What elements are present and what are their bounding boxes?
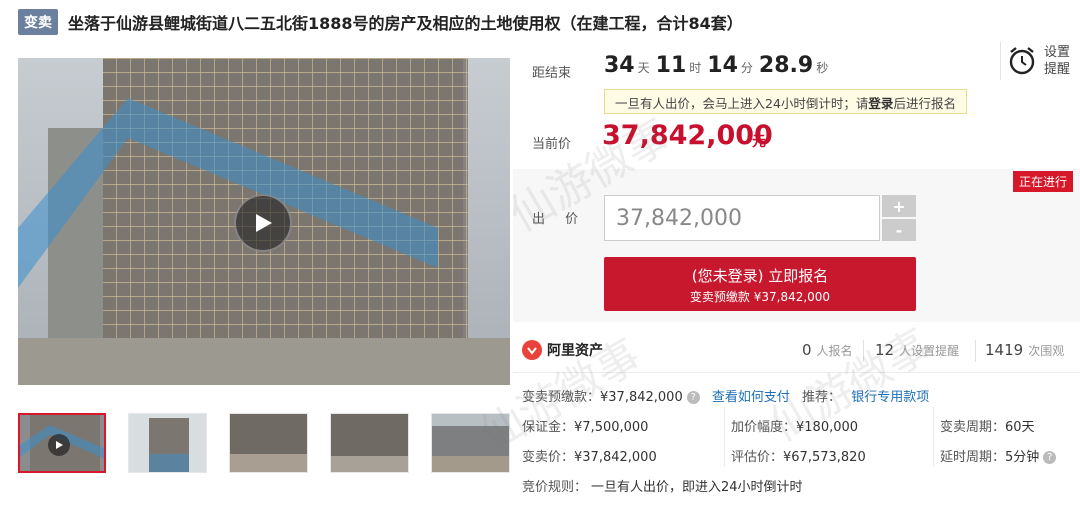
sale-price-value: ¥37,842,000 <box>574 450 657 465</box>
countdown-days: 34 <box>604 53 635 78</box>
countdown-timer: 34 天 11 时 14 分 28.9 秒 <box>604 53 834 78</box>
bid-rule-value: 一旦有人出价，即进入24小时倒计时 <box>591 480 803 495</box>
divider <box>933 407 934 467</box>
current-price-unit: 元 <box>752 134 766 150</box>
increment-label: 加价幅度： <box>731 420 797 435</box>
decrease-bid-button[interactable]: - <box>882 219 916 241</box>
period-label: 变卖周期： <box>940 420 1006 435</box>
help-icon[interactable]: ? <box>686 391 700 404</box>
minus-icon: - <box>895 220 903 240</box>
platform-name: 阿里资产 <box>547 343 603 359</box>
deposit-row: 变卖预缴款：¥37,842,000? 查看如何支付 推荐： 银行专用款项 <box>522 386 929 405</box>
guarantee-value: ¥7,500,000 <box>574 420 649 435</box>
appraisal-info: 评估价：¥67,573,820 <box>731 446 866 465</box>
countdown-hours: 11 <box>655 53 687 78</box>
bid-rule: 竞价规则： 一旦有人出价，即进入24小时倒计时 <box>522 476 803 495</box>
thumbnail-image[interactable] <box>330 413 409 473</box>
divider <box>863 340 864 362</box>
countdown-seconds: 28.9 <box>758 53 814 78</box>
guarantee-label: 保证金： <box>522 420 575 435</box>
period-info: 变卖周期：60天 <box>940 416 1035 435</box>
stats-row: 阿里资产 0 人报名 12 人设置提醒 1419 次围观 <box>513 322 1080 366</box>
thumbnail-image[interactable] <box>229 413 308 473</box>
signup-count-value: 0 <box>802 341 812 359</box>
video-play-button[interactable] <box>234 194 292 252</box>
set-reminder-label: 设置提醒 <box>1044 45 1071 77</box>
set-reminder-button[interactable]: 设置提醒 <box>1008 44 1072 78</box>
thumbnail-strip <box>18 413 510 473</box>
signup-button-label: (您未登录) 立即报名 <box>691 267 829 285</box>
period-value: 60天 <box>1005 420 1035 435</box>
countdown-hours-unit: 时 <box>689 61 702 75</box>
ali-assets-icon <box>522 340 542 360</box>
view-count-value: 1419 <box>985 341 1024 359</box>
auction-panel: 距结束 34 天 11 时 14 分 28.9 秒 设置提醒 一旦有人出价，会马… <box>513 42 1080 322</box>
deposit-value: ¥37,842,000 <box>600 390 683 405</box>
signup-deposit-label: 变卖预缴款 ¥37,842,000 <box>689 290 831 304</box>
increase-bid-button[interactable]: + <box>882 195 916 217</box>
bid-input[interactable] <box>604 195 880 241</box>
countdown-days-unit: 天 <box>637 61 650 75</box>
bank-payment-link[interactable]: 银行专用款项 <box>851 390 929 405</box>
appraisal-value: ¥67,573,820 <box>783 450 866 465</box>
increment-info: 加价幅度：¥180,000 <box>731 416 858 435</box>
status-badge: 正在进行 <box>1013 171 1074 192</box>
current-price-label: 当前价 <box>532 137 572 152</box>
increment-value: ¥180,000 <box>796 420 859 435</box>
divider <box>724 407 725 467</box>
title-row: 变卖 坐落于仙游县鲤城街道八二五北街1888号的房产及相应的土地使用权（在建工程… <box>18 9 743 35</box>
bid-label: 出 价 <box>532 212 587 227</box>
thumbnail-image[interactable] <box>128 413 207 473</box>
divider <box>975 340 976 362</box>
countdown-minutes: 14 <box>707 53 738 78</box>
reminder-count-label: 人设置提醒 <box>899 344 960 358</box>
bid-notice: 一旦有人出价，会马上进入24小时倒计时；请登录后进行报名 <box>604 89 967 114</box>
view-count-label: 次围观 <box>1028 344 1065 358</box>
signup-count-label: 人报名 <box>816 344 853 358</box>
appraisal-label: 评估价： <box>731 450 784 465</box>
divider <box>1000 42 1001 80</box>
countdown-seconds-unit: 秒 <box>816 61 829 75</box>
guarantee-info: 保证金：¥7,500,000 <box>522 416 648 435</box>
view-count: 1419 次围观 <box>985 341 1064 359</box>
signup-count: 0 人报名 <box>802 341 853 359</box>
reminder-count-value: 12 <box>875 341 895 359</box>
sale-price-info: 变卖价：¥37,842,000 <box>522 446 657 465</box>
how-to-pay-link[interactable]: 查看如何支付 <box>712 390 790 405</box>
recommend-label: 推荐： <box>802 390 842 405</box>
countdown-label: 距结束 <box>532 66 572 81</box>
notice-text: 一旦有人出价，会马上进入24小时倒计时；请 <box>615 96 869 111</box>
platform-logo: 阿里资产 <box>522 340 603 360</box>
divider <box>513 372 1080 373</box>
delay-value: 5分钟 <box>1005 450 1040 465</box>
sale-price-label: 变卖价： <box>522 450 575 465</box>
login-link[interactable]: 登录 <box>868 96 893 111</box>
plus-icon: + <box>892 196 906 216</box>
play-icon <box>256 214 272 232</box>
sale-type-tag: 变卖 <box>18 9 58 35</box>
deposit-label: 变卖预缴款： <box>522 390 601 405</box>
delay-info: 延时周期：5分钟? <box>940 446 1057 465</box>
play-icon <box>48 434 70 456</box>
notice-text-end: 后进行报名 <box>893 96 956 111</box>
page-title: 坐落于仙游县鲤城街道八二五北街1888号的房产及相应的土地使用权（在建工程，合计… <box>68 14 743 33</box>
main-image[interactable] <box>18 58 510 385</box>
bid-rule-label: 竞价规则： <box>522 480 588 495</box>
panel-header: 距结束 34 天 11 时 14 分 28.9 秒 设置提醒 一旦有人出价，会马… <box>513 42 1080 169</box>
signup-button[interactable]: (您未登录) 立即报名 变卖预缴款 ¥37,842,000 <box>604 257 916 311</box>
thumbnail-image[interactable] <box>431 413 510 473</box>
reminder-count: 12 人设置提醒 <box>875 341 959 359</box>
thumbnail-video[interactable] <box>18 413 106 473</box>
countdown-minutes-unit: 分 <box>740 61 753 75</box>
help-icon[interactable]: ? <box>1043 451 1057 464</box>
current-price: 37,842,000 <box>602 120 773 151</box>
alarm-clock-icon <box>1009 47 1035 75</box>
delay-label: 延时周期： <box>940 450 1006 465</box>
